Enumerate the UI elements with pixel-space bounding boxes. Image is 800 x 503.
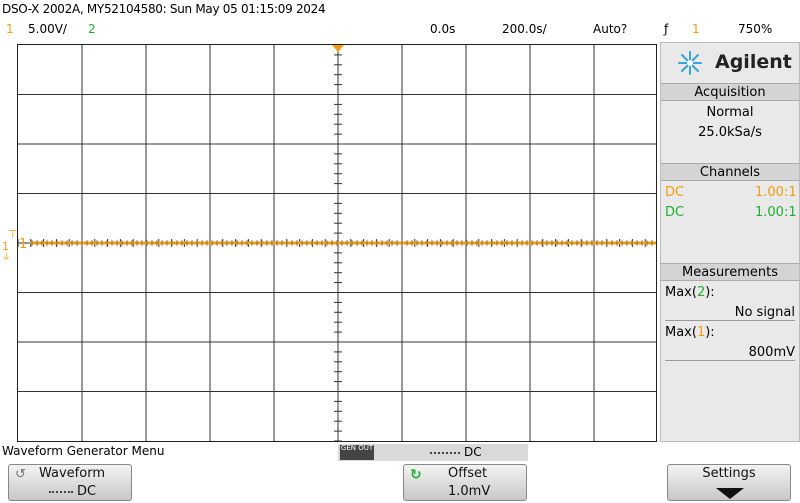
ch1-probe: 1.00:1 (755, 185, 797, 200)
ch1-coupling: DC (665, 185, 685, 200)
offset-value: 1.0mV (448, 484, 491, 499)
ch2-number[interactable]: 2 (88, 22, 96, 36)
ch1-number[interactable]: 1 (6, 22, 14, 36)
measurement-2-value: 800mV (665, 345, 795, 361)
ground-icon: ⏚ (2, 253, 12, 263)
submenu-arrow-icon (716, 488, 744, 499)
agilent-spark-icon (678, 51, 702, 75)
measurement-1-label: Max(2): (665, 285, 715, 300)
trigger-level: 750% (738, 22, 773, 36)
softkey-bar: Waveform Generator Menu GEN OUT DC ↺ Wav… (0, 444, 800, 503)
logo-text: Agilent (715, 51, 792, 73)
trigger-source: 1 (692, 22, 700, 36)
gen-out-status: GEN OUT DC (338, 444, 528, 461)
acquisition-mode: Normal (706, 105, 754, 120)
gen-out-mode: DC (464, 445, 482, 459)
status-bar: 1 5.00V/ 2 0.0s 200.0s/ Auto? (0, 22, 660, 40)
ch2-coupling: DC (665, 205, 685, 220)
trigger-mode: Auto? (593, 22, 628, 36)
offset-softkey[interactable]: ↻ Offset 1.0mV (403, 464, 527, 501)
measurement-2-label: Max(1): (665, 325, 715, 340)
ch2-probe: 1.00:1 (755, 205, 797, 220)
window-title: DSO-X 2002A, MY52104580: Sun May 05 01:1… (2, 2, 326, 16)
channels-title: Channels (661, 163, 799, 181)
ch1-ground-marker[interactable]: ⊤ 1 ⏚ (2, 228, 18, 263)
waveform-label: Waveform (39, 466, 105, 481)
ch1-scale: 5.00V/ (28, 22, 67, 36)
settings-label: Settings (702, 466, 756, 481)
acquisition-title: Acquisition (661, 83, 799, 101)
time-offset: 0.0s (430, 22, 456, 36)
agilent-logo: Agilent (661, 43, 799, 83)
ch1-level-label: 1 (19, 237, 28, 252)
acquisition-rate: 25.0kSa/s (698, 125, 762, 140)
sidebar: Agilent Acquisition Normal 25.0kSa/s Cha… (660, 42, 800, 442)
gen-out-badge: GEN OUT (340, 445, 374, 460)
menu-title: Waveform Generator Menu (2, 444, 165, 458)
graticule (18, 45, 656, 441)
trigger-status: ƒ 1 750% (662, 22, 800, 40)
measurement-1-value: No signal (665, 305, 795, 321)
dc-line-icon (430, 452, 460, 454)
waveform-softkey[interactable]: ↺ Waveform DC (8, 464, 132, 501)
trigger-edge-icon: ƒ (664, 22, 669, 36)
waveform-dc-icon (49, 491, 73, 493)
waveform-display[interactable] (17, 44, 657, 442)
settings-softkey[interactable]: Settings (667, 464, 791, 501)
trigger-position-marker (332, 45, 344, 52)
offset-label: Offset (448, 466, 488, 481)
measurements-title: Measurements (661, 263, 799, 281)
time-scale: 200.0s/ (502, 22, 547, 36)
waveform-value: DC (77, 484, 97, 499)
rotate-knob-icon: ↺ (15, 467, 26, 482)
entry-knob-icon: ↻ (410, 467, 422, 483)
trigger-level-icon: ⊤ (8, 228, 18, 241)
